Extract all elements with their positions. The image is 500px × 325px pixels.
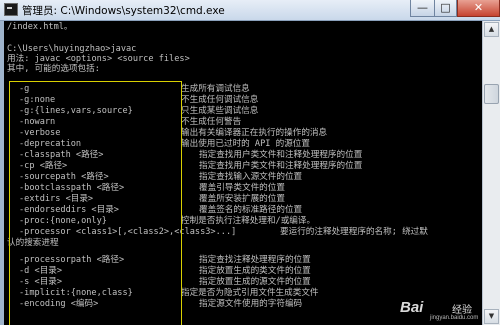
option-flag: -cp <路径> <box>19 161 68 171</box>
scroll-up-icon[interactable]: ▲ <box>484 22 499 37</box>
option-desc: 只生成某些调试信息 <box>181 106 259 116</box>
option-desc: 输出有关编译器正在执行的操作的消息 <box>181 128 328 138</box>
option-flag: -d <目录> <box>19 266 63 276</box>
option-desc: 指定是否为隐式引用文件生成类文件 <box>181 288 319 298</box>
option-desc: 指定源文件使用的字符编码 <box>199 299 303 309</box>
window-title: 管理员: C:\Windows\system32\cmd.exe <box>22 5 225 17</box>
maximize-button[interactable]: □ <box>434 0 457 17</box>
option-flag: -implicit:{none,class} <box>19 288 133 298</box>
option-flag: -bootclasspath <路径> <box>19 183 125 193</box>
cmd-icon <box>4 3 18 16</box>
console-line: /index.html。 <box>7 22 73 32</box>
option-flag: -encoding <编码> <box>19 299 99 309</box>
cmd-window: 管理员: C:\Windows\system32\cmd.exe — □ ✕ /… <box>0 0 500 325</box>
scroll-down-icon[interactable]: ▼ <box>484 309 499 324</box>
option-desc: 指定放置生成的类文件的位置 <box>199 266 311 276</box>
option-flag: -extdirs <目录> <box>19 194 94 204</box>
option-flag: -processorpath <路径> <box>19 255 125 265</box>
option-desc: 输出使用已过时的 API 的源位置 <box>181 139 310 149</box>
option-desc: 指定查找用户类文件和注释处理程序的位置 <box>199 150 363 160</box>
option-desc: 覆盖签名的标准路径的位置 <box>199 205 303 215</box>
option-desc: 控制是否执行注释处理和/或编译。 <box>181 216 316 226</box>
option-flag: -sourcepath <路径> <box>19 172 109 182</box>
vertical-scrollbar[interactable]: ▲ ▼ <box>482 21 500 325</box>
option-flag: -nowarn <box>19 117 56 127</box>
option-flag: -s <目录> <box>19 277 63 287</box>
option-desc: 指定查找用户类文件和注释处理程序的位置 <box>199 161 363 171</box>
option-desc: 要运行的注释处理程序的名称; 绕过默 <box>280 227 428 237</box>
console-output[interactable]: /index.html。 C:\Users\huyingzhao>javac 用… <box>4 21 482 325</box>
console-line: C:\Users\huyingzhao>javac <box>7 44 137 54</box>
option-flag: -deprecation <box>19 139 82 149</box>
option-desc: 生成所有调试信息 <box>181 84 250 94</box>
title-bar[interactable]: 管理员: C:\Windows\system32\cmd.exe — □ ✕ <box>0 0 500 21</box>
console-line: 其中, 可能的选项包括: <box>7 64 100 74</box>
option-desc: 覆盖所安装扩展的位置 <box>199 194 285 204</box>
option-flag: -processor <class1>[,<class2>,<class3>..… <box>19 227 237 237</box>
option-desc: 覆盖引导类文件的位置 <box>199 183 285 193</box>
close-button[interactable]: ✕ <box>457 0 500 17</box>
option-desc: 指定查找注释处理程序的位置 <box>199 255 311 265</box>
option-flag: -g:none <box>19 95 56 105</box>
option-flag: 认的搜索进程 <box>7 238 59 248</box>
option-desc: 不生成任何警告 <box>181 117 242 127</box>
minimize-button[interactable]: — <box>410 0 435 17</box>
option-desc: 指定放置生成的源文件的位置 <box>199 277 311 287</box>
scroll-thumb[interactable] <box>484 84 499 104</box>
option-desc: 不生成任何调试信息 <box>181 95 259 105</box>
option-flag: -g <box>19 84 30 94</box>
option-flag: -verbose <box>19 128 61 138</box>
option-flag: -classpath <路径> <box>19 150 104 160</box>
option-flag: -g:{lines,vars,source} <box>19 106 133 116</box>
console-line: 用法: javac <options> <source files> <box>7 54 190 64</box>
option-flag: -endorseddirs <目录> <box>19 205 119 215</box>
option-desc: 指定查找输入源文件的位置 <box>199 172 303 182</box>
option-flag: -proc:{none,only} <box>19 216 107 226</box>
